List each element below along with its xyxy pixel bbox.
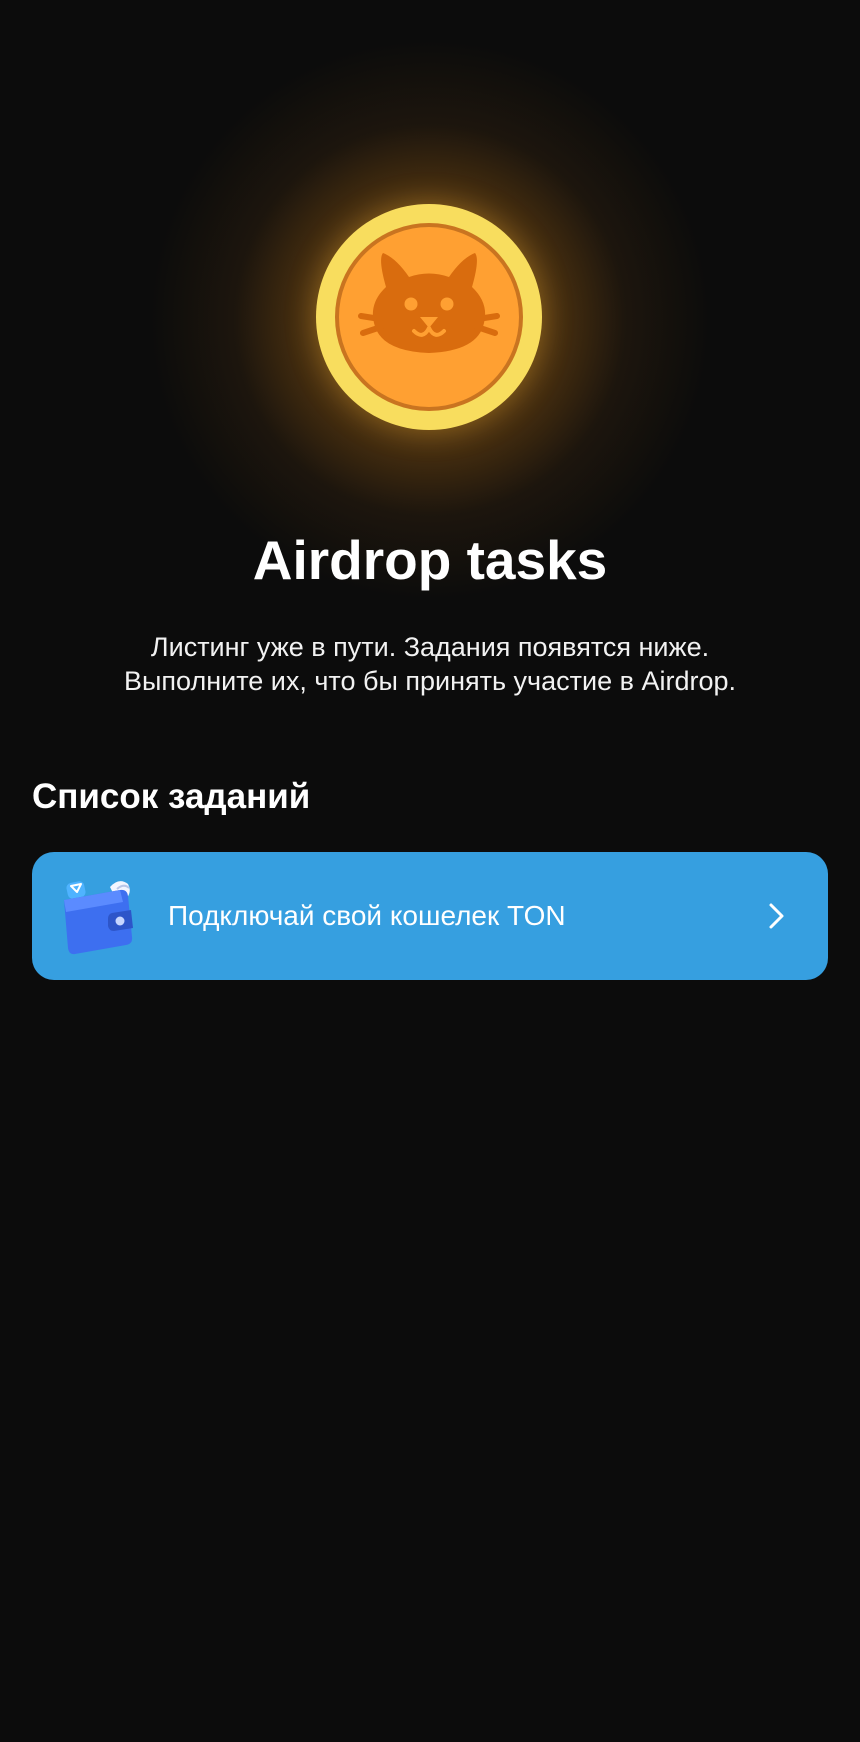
chevron-right-icon: [769, 903, 784, 929]
coin-face: [335, 223, 523, 411]
task-list-title: Список заданий: [32, 777, 311, 816]
wallet-icon: [64, 881, 133, 955]
subtitle-line: Листинг уже в пути. Задания появятся ниж…: [150, 632, 710, 662]
cat-face-icon: [358, 253, 500, 353]
page-title: Airdrop tasks: [252, 529, 608, 591]
cat-coin-icon: [316, 204, 542, 430]
task-connect-wallet[interactable]: Подключай свой кошелек TON: [32, 852, 828, 980]
page-subtitle: Листинг уже в пути. Задания появятся ниж…: [60, 630, 800, 698]
task-label: Подключай свой кошелек TON: [168, 900, 566, 931]
subtitle-line: Выполните их, что бы принять участие в A…: [123, 666, 736, 696]
airdrop-tasks-page: Airdrop tasks Листинг уже в пути. Задани…: [0, 0, 860, 1742]
